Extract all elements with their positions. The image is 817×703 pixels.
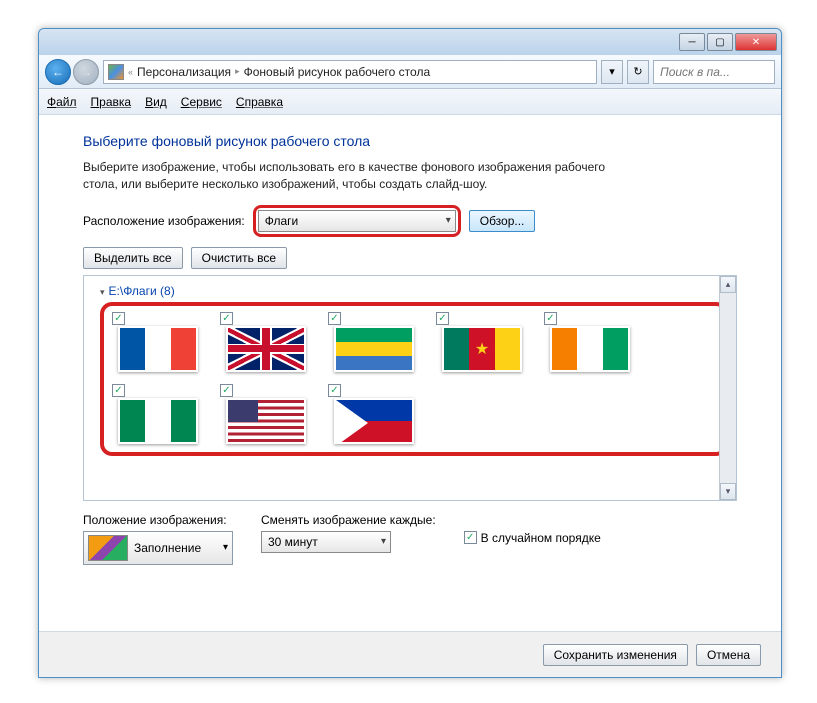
position-combobox[interactable]: Заполнение	[83, 531, 233, 565]
flag-thumbnail[interactable]	[334, 326, 414, 372]
flag-item-gabon[interactable]: ✓	[328, 312, 424, 372]
select-all-button[interactable]: Выделить все	[83, 247, 183, 269]
menu-file[interactable]: Файл	[47, 95, 77, 109]
explorer-window: ─ ▢ ✕ ← → « Персонализация ▸ Фоновый рис…	[38, 28, 782, 678]
back-button[interactable]: ←	[45, 59, 71, 85]
address-bar[interactable]: « Персонализация ▸ Фоновый рисунок рабоч…	[103, 60, 597, 84]
menu-edit[interactable]: Правка	[91, 95, 132, 109]
scrollbar[interactable]: ▴▾	[719, 276, 736, 500]
browse-button[interactable]: Обзор...	[469, 210, 536, 232]
save-button[interactable]: Сохранить изменения	[543, 644, 688, 666]
address-dropdown[interactable]: ▾	[601, 60, 623, 84]
menubar: Файл Правка Вид Сервис Справка	[39, 89, 781, 115]
position-thumbnail-icon	[88, 535, 128, 561]
flag-thumbnail[interactable]	[226, 326, 306, 372]
highlight-annotation: Флаги	[253, 205, 461, 237]
flag-thumbnail[interactable]	[118, 398, 198, 444]
flag-item-uk[interactable]: ✓	[220, 312, 316, 372]
interval-combobox[interactable]: 30 минут	[261, 531, 391, 553]
position-label: Положение изображения:	[83, 513, 233, 527]
flag-item-ivory-coast[interactable]: ✓	[544, 312, 640, 372]
flag-thumbnail[interactable]	[334, 398, 414, 444]
images-listbox: ▾E:\Флаги (8) ✓✓✓✓★✓✓✓✓ ▴▾	[83, 275, 737, 501]
flag-checkbox[interactable]: ✓	[544, 312, 557, 325]
location-label: Расположение изображения:	[83, 214, 245, 228]
menu-view[interactable]: Вид	[145, 95, 167, 109]
close-button[interactable]: ✕	[735, 33, 777, 51]
flag-checkbox[interactable]: ✓	[220, 384, 233, 397]
flag-item-usa[interactable]: ✓	[220, 384, 316, 444]
search-input[interactable]	[653, 60, 775, 84]
interval-label: Сменять изображение каждые:	[261, 513, 436, 527]
shuffle-label: В случайном порядке	[481, 531, 601, 545]
minimize-button[interactable]: ─	[679, 33, 705, 51]
flag-item-nigeria[interactable]: ✓	[112, 384, 208, 444]
shuffle-checkbox[interactable]: ✓	[464, 531, 477, 544]
flag-checkbox[interactable]: ✓	[112, 384, 125, 397]
flag-thumbnail[interactable]	[118, 326, 198, 372]
flag-thumbnail[interactable]	[550, 326, 630, 372]
flag-checkbox[interactable]: ✓	[220, 312, 233, 325]
menu-help[interactable]: Справка	[236, 95, 283, 109]
cancel-button[interactable]: Отмена	[696, 644, 761, 666]
highlight-annotation: ✓✓✓✓★✓✓✓✓	[100, 302, 728, 456]
maximize-button[interactable]: ▢	[707, 33, 733, 51]
clear-all-button[interactable]: Очистить все	[191, 247, 287, 269]
page-title: Выберите фоновый рисунок рабочего стола	[83, 133, 737, 149]
navbar: ← → « Персонализация ▸ Фоновый рисунок р…	[39, 55, 781, 89]
forward-button[interactable]: →	[73, 59, 99, 85]
footer: Сохранить изменения Отмена	[39, 631, 781, 677]
flag-item-philippines[interactable]: ✓	[328, 384, 424, 444]
titlebar: ─ ▢ ✕	[39, 29, 781, 55]
menu-service[interactable]: Сервис	[181, 95, 222, 109]
flag-item-cameroon[interactable]: ✓★	[436, 312, 532, 372]
flag-checkbox[interactable]: ✓	[328, 312, 341, 325]
flag-item-france[interactable]: ✓	[112, 312, 208, 372]
breadcrumb-item[interactable]: Фоновый рисунок рабочего стола	[244, 65, 431, 79]
content-area: Выберите фоновый рисунок рабочего стола …	[39, 115, 781, 677]
folder-icon	[108, 64, 124, 80]
flag-checkbox[interactable]: ✓	[328, 384, 341, 397]
description: Выберите изображение, чтобы использовать…	[83, 159, 643, 193]
flag-checkbox[interactable]: ✓	[436, 312, 449, 325]
refresh-button[interactable]: ↻	[627, 60, 649, 84]
location-combobox[interactable]: Флаги	[258, 210, 456, 232]
flag-checkbox[interactable]: ✓	[112, 312, 125, 325]
flag-thumbnail[interactable]: ★	[442, 326, 522, 372]
flag-thumbnail[interactable]	[226, 398, 306, 444]
breadcrumb-item[interactable]: Персонализация	[137, 65, 231, 79]
folder-header[interactable]: ▾E:\Флаги (8)	[100, 284, 728, 298]
